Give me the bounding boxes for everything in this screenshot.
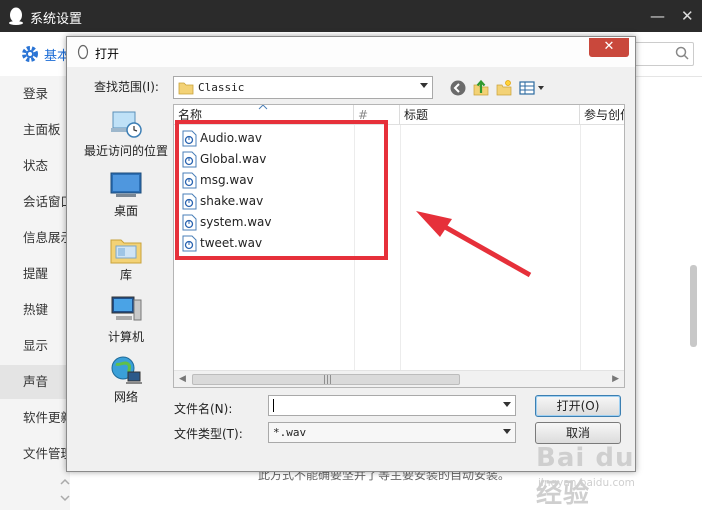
library-icon (110, 239, 142, 264)
scroll-left-arrow-icon[interactable]: ◀ (179, 374, 186, 384)
place-network-label: 网络 (113, 390, 138, 404)
sidebar-item-main-panel[interactable]: 主面板 (0, 113, 70, 147)
watermark-url: jingyan.baidu.com (538, 477, 635, 489)
app-title: 系统设置 (30, 12, 83, 27)
sidebar-scroll-chevrons-icon[interactable] (58, 474, 72, 506)
dialog-close-button[interactable]: ✕ (589, 38, 629, 57)
place-recent[interactable]: 最近访问的位置 (74, 106, 178, 159)
filetype-dropdown[interactable]: *.wav (268, 422, 516, 443)
back-button-icon[interactable] (449, 79, 467, 97)
place-desktop[interactable]: 桌面 (74, 170, 178, 219)
settings-sidebar: 登录 主面板 状态 会话窗口 信息展示 提醒 热键 显示 声音 软件更新 文件管… (0, 76, 70, 510)
sort-ascending-icon (258, 105, 268, 110)
column-header-contributor[interactable]: 参与创作 (580, 105, 624, 125)
sidebar-item-display[interactable]: 显示 (0, 329, 70, 363)
chevron-down-icon (420, 83, 428, 88)
scroll-right-arrow-icon[interactable]: ▶ (612, 374, 619, 384)
sidebar-item-info-display[interactable]: 信息展示 (0, 221, 70, 255)
look-in-dropdown[interactable]: Classic (173, 76, 433, 99)
sidebar-item-chat-window[interactable]: 会话窗口 (0, 185, 70, 219)
gear-icon (22, 46, 38, 62)
place-computer[interactable]: 计算机 (74, 292, 178, 345)
chevron-down-icon (503, 402, 511, 407)
column-divider (400, 125, 401, 371)
filename-label: 文件名(N): (174, 402, 233, 416)
computer-icon (111, 296, 142, 321)
sidebar-item-reminder[interactable]: 提醒 (0, 257, 70, 291)
place-desktop-label: 桌面 (113, 204, 138, 218)
filename-input[interactable] (268, 395, 516, 416)
dialog-title: 打开 (95, 47, 120, 61)
highlight-box (175, 120, 388, 260)
app-title-bar: 系统设置 — ✕ (0, 0, 702, 32)
text-cursor (273, 399, 274, 412)
annotation-arrow-icon (416, 211, 532, 278)
scrollbar-thumb[interactable]: ||| (192, 374, 460, 385)
sidebar-item-status[interactable]: 状态 (0, 149, 70, 183)
view-menu-icon[interactable] (518, 79, 546, 97)
sidebar-item-login[interactable]: 登录 (0, 77, 70, 111)
app-scrollbar[interactable] (690, 265, 697, 347)
place-library[interactable]: 库 (74, 232, 178, 283)
filetype-label: 文件类型(T): (174, 427, 243, 441)
sidebar-item-software-update[interactable]: 软件更新 (0, 401, 70, 435)
grip-icon: ||| (323, 375, 333, 385)
horizontal-scrollbar[interactable]: ◀ ||| ▶ (174, 370, 624, 387)
app-search-input[interactable] (632, 42, 694, 66)
qq-penguin-icon (77, 44, 89, 60)
open-button[interactable]: 打开(O) (535, 395, 621, 417)
network-icon (111, 356, 142, 384)
up-folder-icon[interactable] (472, 79, 490, 97)
sidebar-item-hotkeys[interactable]: 热键 (0, 293, 70, 327)
close-icon: ✕ (603, 39, 615, 54)
cancel-button[interactable]: 取消 (535, 422, 621, 444)
minimize-button[interactable]: — (650, 6, 665, 26)
new-folder-icon[interactable] (495, 79, 513, 97)
app-close-button[interactable]: ✕ (681, 6, 694, 26)
dialog-title-bar: 打开 ✕ (67, 37, 635, 67)
chevron-down-icon (503, 429, 511, 434)
search-icon (675, 46, 689, 60)
places-bar: 最近访问的位置 桌面 库 计算机 网络 (74, 104, 170, 404)
place-recent-label: 最近访问的位置 (83, 144, 168, 158)
column-divider (580, 125, 581, 371)
place-computer-label: 计算机 (107, 330, 144, 344)
look-in-label: 查找范围(I): (94, 80, 159, 94)
look-in-value: Classic (198, 81, 245, 94)
place-library-label: 库 (119, 268, 132, 282)
baidu-watermark: Bai du 经验 jingyan.baidu.com (536, 443, 666, 509)
recent-places-icon (111, 111, 142, 138)
place-network[interactable]: 网络 (74, 354, 178, 405)
column-header-title[interactable]: 标题 (400, 105, 580, 125)
desktop-icon (110, 172, 142, 197)
sidebar-item-sound[interactable]: 声音 (0, 365, 70, 399)
folder-icon (178, 82, 194, 95)
qq-penguin-icon (9, 7, 23, 25)
sidebar-item-file-management[interactable]: 文件管理 (0, 437, 70, 471)
